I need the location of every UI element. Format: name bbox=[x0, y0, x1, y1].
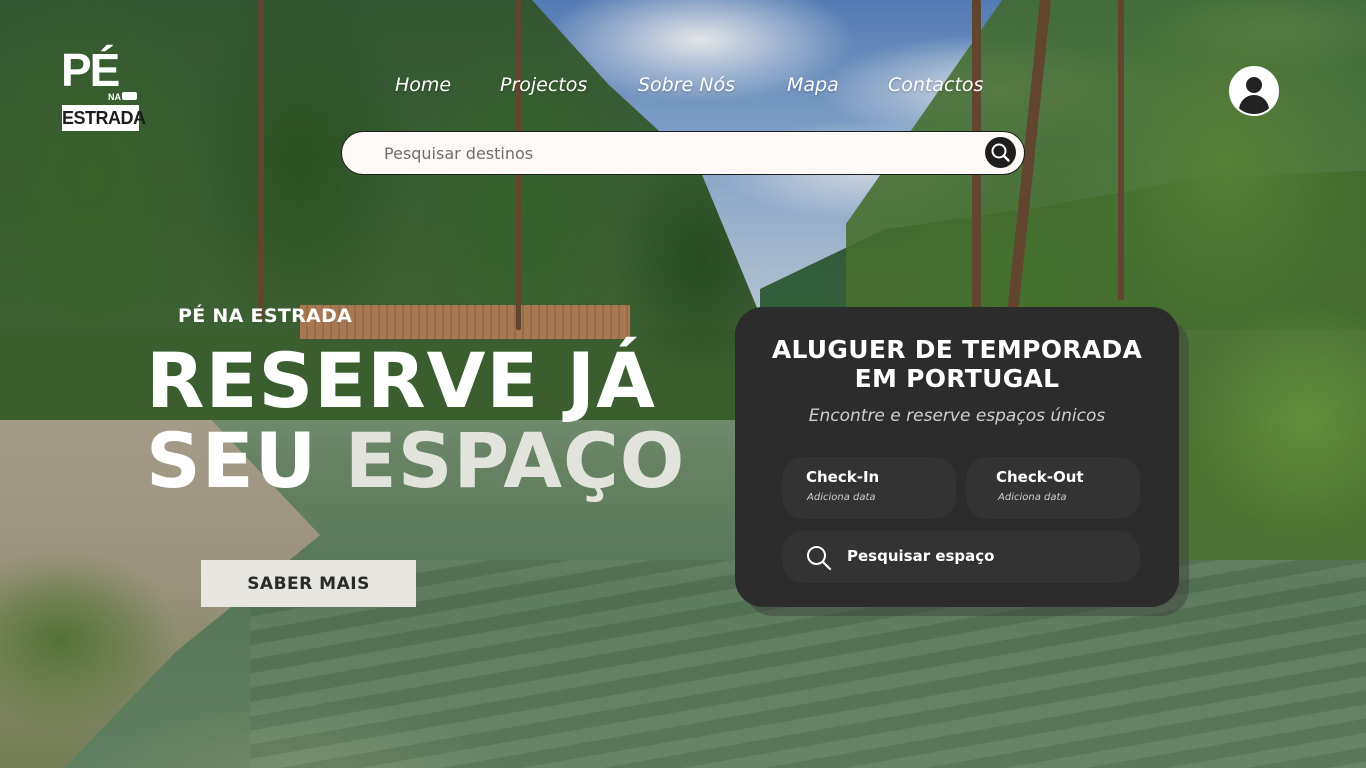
search-space-button[interactable]: Pesquisar espaço bbox=[782, 531, 1140, 583]
nav-projectos[interactable]: Projectos bbox=[500, 74, 587, 96]
destination-search-bar bbox=[341, 131, 1025, 175]
van-icon bbox=[122, 92, 137, 100]
hero-kicker: PÉ NA ESTRADA bbox=[178, 305, 353, 327]
check-in-label: Check-In bbox=[806, 468, 880, 486]
hero-title-plain: SEU bbox=[146, 416, 345, 505]
avatar-head bbox=[1246, 77, 1262, 93]
destination-search-input[interactable] bbox=[384, 140, 964, 166]
booking-title-line-2: EM PORTUGAL bbox=[854, 364, 1060, 393]
nav-mapa[interactable]: Mapa bbox=[787, 74, 839, 96]
hero-title-line-2: SEU ESPAÇO bbox=[146, 421, 685, 501]
nav-contactos[interactable]: Contactos bbox=[888, 74, 983, 96]
search-button[interactable] bbox=[985, 137, 1016, 168]
search-icon bbox=[991, 143, 1010, 162]
hero-title-accent: ESPAÇO bbox=[344, 416, 686, 505]
booking-card: ALUGUER DE TEMPORADA EM PORTUGAL Encontr… bbox=[735, 307, 1179, 607]
booking-card-subtitle: Encontre e reserve espaços únicos bbox=[808, 406, 1106, 426]
search-icon bbox=[807, 546, 832, 571]
nav-home[interactable]: Home bbox=[395, 74, 451, 96]
nav-sobre-nos[interactable]: Sobre Nós bbox=[638, 74, 735, 96]
logo-text-na: NA bbox=[108, 92, 121, 102]
booking-title-line-1: ALUGUER DE TEMPORADA bbox=[771, 335, 1143, 364]
avatar-body bbox=[1239, 95, 1269, 114]
hero-title-line-1: RESERVE JÁ bbox=[146, 336, 656, 425]
brand-logo[interactable]: PÉ NA ESTRADA bbox=[60, 44, 146, 132]
check-in-hint: Adiciona data bbox=[807, 492, 876, 503]
check-in-field[interactable]: Check-In Adiciona data bbox=[782, 457, 956, 519]
saber-mais-button[interactable]: SABER MAIS bbox=[201, 560, 416, 607]
booking-card-title: ALUGUER DE TEMPORADA EM PORTUGAL bbox=[735, 335, 1179, 393]
logo-text-pe: PÉ bbox=[61, 44, 120, 96]
search-space-label: Pesquisar espaço bbox=[847, 547, 995, 565]
check-out-field[interactable]: Check-Out Adiciona data bbox=[966, 457, 1140, 519]
check-out-hint: Adiciona data bbox=[998, 492, 1067, 503]
logo-text-estrada: ESTRADA bbox=[62, 105, 146, 131]
check-out-label: Check-Out bbox=[996, 468, 1084, 486]
user-avatar-icon[interactable] bbox=[1229, 66, 1279, 116]
